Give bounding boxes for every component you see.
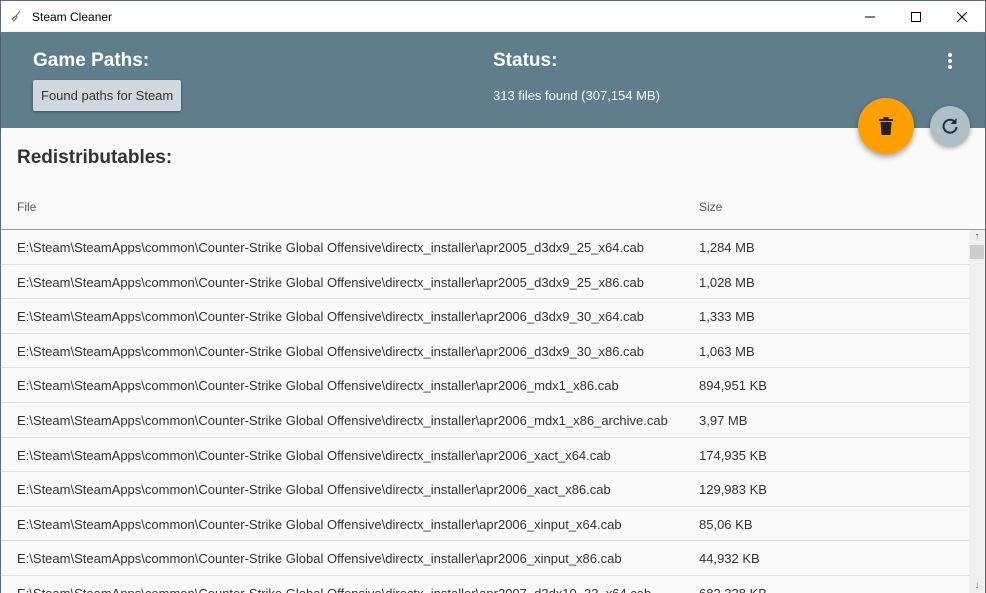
table-row[interactable]: E:\Steam\SteamApps\common\Counter-Strike… [1,437,969,473]
close-icon [957,11,967,22]
window-controls [847,1,985,32]
refresh-icon [942,118,958,134]
table-row[interactable]: E:\Steam\SteamApps\common\Counter-Strike… [1,368,969,403]
table-row[interactable]: E:\Steam\SteamApps\common\Counter-Strike… [1,333,969,369]
section-title: Redistributables: [17,147,173,168]
status-title: Status: [493,50,558,71]
broom-icon [10,10,24,24]
file-path-cell: E:\Steam\SteamApps\common\Counter-Strike… [17,309,644,325]
trash-icon [879,117,893,135]
table-row[interactable]: E:\Steam\SteamApps\common\Counter-Strike… [1,402,969,438]
vertical-scrollbar[interactable]: ↑ ↓ [969,230,985,593]
more-vert-icon[interactable] [941,51,959,71]
close-button[interactable] [939,1,985,32]
file-size-cell: 682,328 KB [699,586,767,593]
file-size-cell: 3,97 MB [699,412,748,428]
content-area: Redistributables: File Size E:\Steam\Ste… [1,128,985,593]
minimize-button[interactable] [847,1,893,32]
title-bar: Steam Cleaner [1,1,985,32]
file-size-cell: 129,983 KB [699,482,767,498]
game-paths-title: Game Paths: [33,50,150,71]
file-path-cell: E:\Steam\SteamApps\common\Counter-Strike… [17,586,651,593]
table-row[interactable]: E:\Steam\SteamApps\common\Counter-Strike… [1,264,969,300]
file-size-cell: 1,333 MB [699,309,755,325]
scroll-down-arrow-icon[interactable]: ↓ [969,579,985,593]
maximize-icon [911,11,921,22]
found-paths-button[interactable]: Found paths for Steam [33,80,182,111]
window-title: Steam Cleaner [32,9,113,24]
column-header-file[interactable]: File [17,200,36,214]
table-row[interactable]: E:\Steam\SteamApps\common\Counter-Strike… [1,541,969,576]
table-row[interactable]: E:\Steam\SteamApps\common\Counter-Strike… [1,230,969,265]
file-path-cell: E:\Steam\SteamApps\common\Counter-Strike… [17,516,622,532]
delete-button[interactable] [858,98,914,154]
refresh-button[interactable] [930,106,970,146]
file-size-cell: 174,935 KB [699,447,767,463]
file-path-cell: E:\Steam\SteamApps\common\Counter-Strike… [17,412,668,428]
file-path-cell: E:\Steam\SteamApps\common\Counter-Strike… [17,343,644,359]
file-size-cell: 1,063 MB [699,343,755,359]
file-path-cell: E:\Steam\SteamApps\common\Counter-Strike… [17,378,619,394]
file-size-cell: 1,284 MB [699,240,755,255]
table-row[interactable]: E:\Steam\SteamApps\common\Counter-Strike… [1,299,969,334]
file-path-cell: E:\Steam\SteamApps\common\Counter-Strike… [17,274,644,290]
table-row[interactable]: E:\Steam\SteamApps\common\Counter-Strike… [1,575,969,593]
scroll-up-arrow-icon[interactable]: ↑ [969,230,985,244]
file-path-cell: E:\Steam\SteamApps\common\Counter-Strike… [17,240,644,255]
maximize-button[interactable] [893,1,939,32]
file-path-cell: E:\Steam\SteamApps\common\Counter-Strike… [17,551,622,567]
file-size-cell: 85,06 KB [699,516,753,532]
minimize-icon [865,16,875,17]
app-header: Game Paths: Found paths for Steam Status… [1,32,985,128]
scroll-thumb[interactable] [970,245,984,259]
file-table: E:\Steam\SteamApps\common\Counter-Strike… [1,230,969,593]
file-size-cell: 894,951 KB [699,378,767,394]
status-text: 313 files found (307,154 MB) [493,88,660,103]
column-header-size[interactable]: Size [699,200,722,214]
file-path-cell: E:\Steam\SteamApps\common\Counter-Strike… [17,447,611,463]
file-path-cell: E:\Steam\SteamApps\common\Counter-Strike… [17,482,611,498]
file-size-cell: 1,028 MB [699,274,755,290]
table-row[interactable]: E:\Steam\SteamApps\common\Counter-Strike… [1,506,969,542]
table-row[interactable]: E:\Steam\SteamApps\common\Counter-Strike… [1,472,969,507]
file-size-cell: 44,932 KB [699,551,760,567]
